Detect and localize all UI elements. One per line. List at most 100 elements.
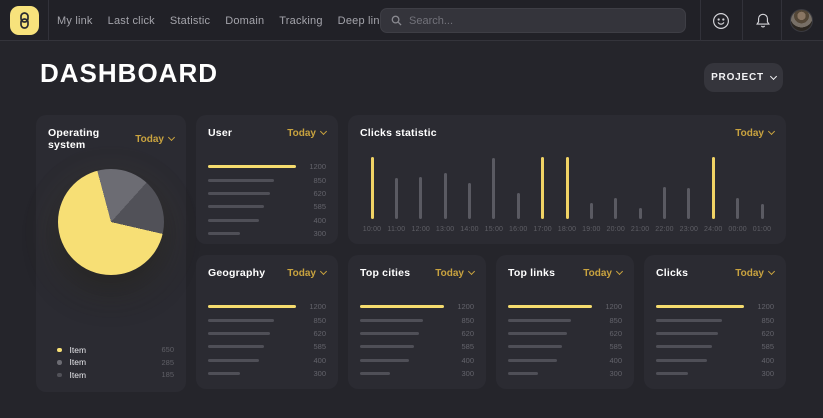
bar: [614, 198, 617, 219]
legend-dot: [57, 373, 62, 378]
card-clicks: Clicks Today 1200850620585400300: [644, 255, 786, 389]
account-button[interactable]: [701, 0, 741, 41]
legend-item: Item650: [46, 344, 174, 357]
card-user: User Today 1200850620585400300: [196, 115, 338, 244]
bar-track: [656, 332, 744, 335]
legend-label: Item: [70, 345, 162, 355]
bar-value: 300: [304, 229, 326, 238]
period-dropdown[interactable]: Today: [435, 268, 474, 279]
bar: [508, 372, 538, 375]
bar-row: 400: [508, 354, 622, 367]
bar-track: [492, 157, 495, 219]
bar: [208, 179, 274, 182]
bar-track: [208, 205, 296, 208]
bar-value: 300: [752, 369, 774, 378]
project-button[interactable]: PROJECT: [704, 63, 783, 92]
bar-row: 400: [208, 214, 326, 227]
app-logo[interactable]: [10, 6, 39, 35]
bar-value: 1200: [304, 162, 326, 171]
chevron-down-icon: [768, 268, 775, 275]
bar-row: 585: [360, 340, 474, 353]
bar: [656, 345, 712, 348]
bar-track: [663, 157, 666, 219]
period-dropdown[interactable]: Today: [583, 268, 622, 279]
time-label: 22:00: [655, 226, 674, 233]
bar-track: [208, 332, 296, 335]
bar-track: [208, 232, 296, 235]
bar-chart: 10:0011:0012:0013:0014:0015:0016:0017:00…: [360, 157, 774, 233]
time-label: 16:00: [509, 226, 528, 233]
page-title: DASHBOARD: [40, 58, 218, 89]
bar-column: 14:00: [458, 157, 482, 233]
bar-track: [656, 359, 744, 362]
bar-track: [761, 157, 764, 219]
period-dropdown[interactable]: Today: [735, 268, 774, 279]
user-face-icon: [712, 12, 730, 30]
bar: [639, 208, 642, 219]
bar: [208, 305, 296, 309]
time-label: 11:00: [387, 226, 405, 233]
bar-track: [208, 319, 296, 322]
bar-track: [541, 157, 544, 219]
bar-track: [208, 372, 296, 375]
legend-value: 185: [161, 370, 174, 379]
nav-item-statistic[interactable]: Statistic: [170, 15, 210, 27]
bar-value: 585: [304, 342, 326, 351]
time-label: 21:00: [631, 226, 650, 233]
bar-track: [508, 345, 592, 348]
period-label: Today: [435, 268, 464, 279]
bar-value: 850: [452, 316, 474, 325]
bar-track: [508, 319, 592, 322]
card-title: Top cities: [360, 267, 410, 279]
bar-value: 1200: [600, 302, 622, 311]
time-label: 24:00: [704, 226, 723, 233]
nav-item-tracking[interactable]: Tracking: [279, 15, 322, 27]
search-box[interactable]: [380, 8, 686, 33]
bar-track: [395, 157, 398, 219]
bar-value: 1200: [452, 302, 474, 311]
nav-item-domain[interactable]: Domain: [225, 15, 264, 27]
bar-column: 00:00: [726, 157, 750, 233]
bar: [208, 165, 296, 169]
period-dropdown[interactable]: Today: [135, 134, 174, 145]
bar-track: [508, 372, 592, 375]
bar-value: 620: [304, 329, 326, 338]
notifications-button[interactable]: [743, 0, 783, 41]
legend-item: Item185: [46, 369, 174, 382]
chevron-down-icon: [320, 268, 327, 275]
bar-track: [508, 305, 592, 309]
bar: [656, 305, 744, 309]
avatar[interactable]: [790, 9, 813, 32]
bar-value: 400: [304, 356, 326, 365]
period-dropdown[interactable]: Today: [287, 128, 326, 139]
bar-row: 585: [208, 340, 326, 353]
search-icon: [391, 15, 409, 26]
bar: [656, 359, 707, 362]
bar-track: [508, 359, 592, 362]
bar-row: 620: [208, 327, 326, 340]
chevron-down-icon: [468, 268, 475, 275]
chevron-down-icon: [168, 134, 175, 141]
bar: [208, 359, 259, 362]
bar: [736, 198, 739, 219]
nav-item-my-link[interactable]: My link: [57, 15, 93, 27]
bar: [395, 178, 398, 219]
bar-value: 850: [600, 316, 622, 325]
bar-column: 12:00: [409, 157, 433, 233]
card-title: Geography: [208, 267, 265, 279]
search-input[interactable]: [409, 15, 675, 27]
card-title: Clicks statistic: [360, 127, 437, 139]
bar-track: [614, 157, 617, 219]
nav-item-last-click[interactable]: Last click: [108, 15, 155, 27]
bar-row: 300: [508, 367, 622, 380]
bar-track: [208, 165, 296, 169]
bar-row: 850: [656, 313, 774, 326]
bar-row: 585: [656, 340, 774, 353]
pie-legend: Item650Item285Item185: [46, 344, 174, 382]
bar: [444, 173, 447, 219]
project-button-label: PROJECT: [711, 72, 764, 83]
bar-value: 850: [304, 176, 326, 185]
bar-chart: 1200850620585400300: [208, 160, 326, 240]
period-dropdown[interactable]: Today: [287, 268, 326, 279]
period-dropdown[interactable]: Today: [735, 128, 774, 139]
